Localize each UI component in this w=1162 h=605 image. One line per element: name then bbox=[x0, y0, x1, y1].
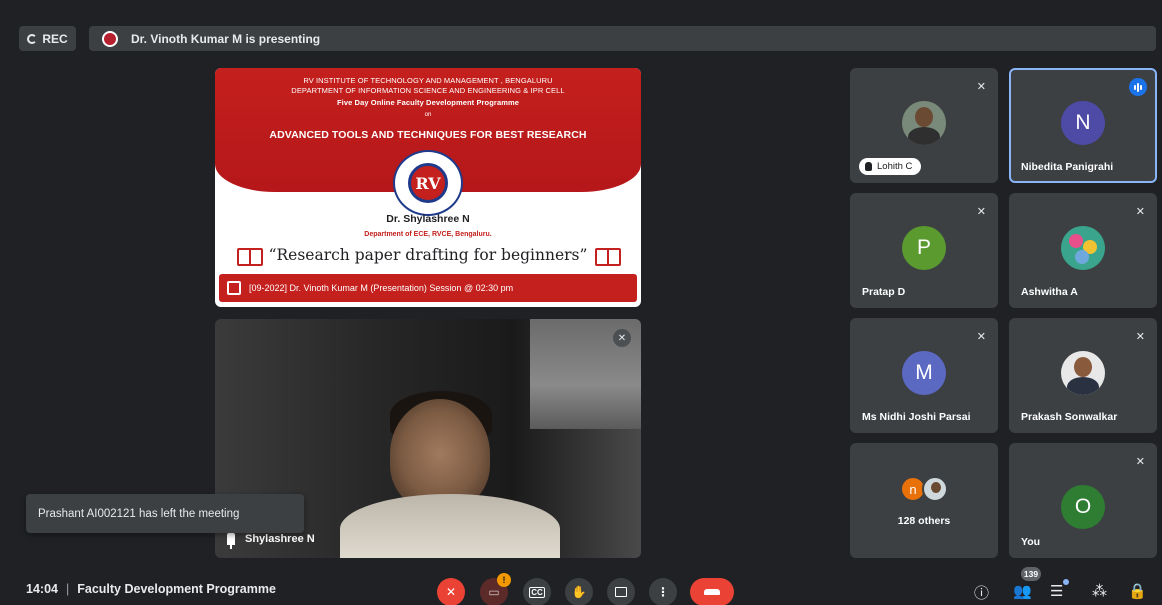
participant-name: Ms Nidhi Joshi Parsai bbox=[862, 411, 971, 423]
participant-name: Ashwitha A bbox=[1021, 286, 1078, 298]
participant-tile[interactable]: N Nibedita Panigrahi bbox=[1009, 68, 1157, 183]
divider: | bbox=[65, 582, 70, 596]
mic-off-icon: ✕ bbox=[445, 585, 457, 599]
camera-off-icon: ▭ bbox=[488, 585, 500, 599]
raise-hand-button[interactable]: ✋ bbox=[565, 578, 593, 605]
mic-off-icon: ✕ bbox=[1135, 206, 1145, 218]
slide-department: DEPARTMENT OF INFORMATION SCIENCE AND EN… bbox=[291, 86, 565, 95]
slide-footer: [09-2022] Dr. Vinoth Kumar M (Presentati… bbox=[219, 274, 637, 302]
participant-photo bbox=[1061, 226, 1105, 270]
meet-window: REC Dr. Vinoth Kumar M is presenting RV … bbox=[0, 0, 1162, 605]
slide-institute: RV INSTITUTE OF TECHNOLOGY AND MANAGEMEN… bbox=[303, 76, 553, 85]
participant-photo bbox=[902, 101, 946, 145]
warning-badge: ! bbox=[497, 573, 511, 587]
person-face bbox=[390, 399, 490, 509]
mic-off-icon: ✕ bbox=[976, 81, 986, 93]
person-body bbox=[340, 494, 560, 558]
slide-footer-text: [09-2022] Dr. Vinoth Kumar M (Presentati… bbox=[249, 283, 514, 293]
mic-off-icon: ✕ bbox=[1135, 456, 1145, 468]
meeting-info: 14:04 | Faculty Development Programme bbox=[26, 582, 276, 596]
participant-tile[interactable]: ✕ Lohith C bbox=[850, 68, 998, 183]
more-options-button[interactable]: ⋮ bbox=[649, 578, 677, 605]
participant-name: You bbox=[1021, 536, 1041, 548]
slide-programme: Five Day Online Faculty Development Prog… bbox=[336, 98, 520, 107]
people-count-badge: 139 bbox=[1021, 567, 1041, 581]
participant-name: Prakash Sonwalkar bbox=[1021, 411, 1118, 423]
chat-unread-dot bbox=[1063, 579, 1069, 585]
participant-tile[interactable]: P ✕ Pratap D bbox=[850, 193, 998, 308]
slide-theme: ADVANCED TOOLS AND TECHNIQUES FOR BEST R… bbox=[269, 129, 587, 141]
present-screen-button[interactable] bbox=[607, 578, 635, 605]
recording-icon bbox=[27, 33, 38, 44]
rec-label: REC bbox=[42, 31, 68, 46]
camera-name-label: Shylashree N bbox=[227, 533, 315, 549]
participant-avatar: M bbox=[902, 351, 946, 395]
recording-indicator[interactable]: REC bbox=[19, 26, 76, 51]
hand-raised-chip: Lohith C bbox=[859, 158, 922, 175]
activities-icon[interactable]: ⁂ bbox=[1092, 582, 1107, 600]
hang-up-icon bbox=[704, 589, 720, 595]
camera-name: Shylashree N bbox=[245, 533, 315, 545]
mic-toggle-button[interactable]: ✕ bbox=[437, 578, 465, 605]
others-avatars: n bbox=[900, 476, 948, 502]
participant-photo bbox=[922, 476, 948, 502]
participant-name: Nibedita Panigrahi bbox=[1021, 161, 1114, 173]
more-vert-icon: ⋮ bbox=[657, 585, 669, 599]
participant-name: Lohith C bbox=[877, 161, 913, 172]
captions-icon: CC bbox=[529, 586, 545, 598]
notification-toast: Prashant AI002121 has left the meeting bbox=[26, 494, 304, 533]
info-icon[interactable]: ⓘ bbox=[974, 582, 989, 603]
presenting-banner: Dr. Vinoth Kumar M is presenting bbox=[89, 26, 1156, 51]
chat-icon[interactable]: ☰ bbox=[1050, 582, 1063, 600]
emblem-text: RV bbox=[408, 163, 448, 203]
people-icon[interactable]: 👥 bbox=[1013, 582, 1032, 600]
mic-off-icon: ✕ bbox=[613, 329, 631, 347]
camera-toggle-button[interactable]: ▭ ! bbox=[480, 573, 511, 605]
clock-time: 14:04 bbox=[26, 582, 58, 596]
presentation-tile[interactable]: RV INSTITUTE OF TECHNOLOGY AND MANAGEMEN… bbox=[215, 68, 641, 307]
slide-speaker-dept: Department of ECE, RVCE, Bengaluru. bbox=[364, 231, 492, 238]
mic-off-icon: ✕ bbox=[1135, 331, 1145, 343]
others-tile[interactable]: n 128 others bbox=[850, 443, 998, 558]
self-tile[interactable]: O ✕ You bbox=[1009, 443, 1157, 558]
institute-logo-icon: RV bbox=[393, 150, 463, 216]
slide-talk-title: “Research paper drafting for beginners” bbox=[268, 246, 588, 264]
participant-tile[interactable]: ✕ Ashwitha A bbox=[1009, 193, 1157, 308]
slide-on: on bbox=[424, 112, 432, 118]
presenter-avatar-icon bbox=[102, 30, 118, 47]
leave-call-button[interactable] bbox=[690, 578, 734, 605]
participant-avatar: N bbox=[1061, 101, 1105, 145]
host-controls-icon[interactable]: 🔒 bbox=[1128, 582, 1147, 600]
slide-speaker: Dr. Shylashree N bbox=[386, 213, 470, 225]
participant-tile[interactable]: ✕ Prakash Sonwalkar bbox=[1009, 318, 1157, 433]
mic-off-icon: ✕ bbox=[976, 331, 986, 343]
calendar-icon bbox=[227, 281, 241, 295]
meeting-title: Faculty Development Programme bbox=[77, 582, 276, 596]
speaking-indicator-icon bbox=[1129, 78, 1147, 96]
participant-photo bbox=[1061, 351, 1105, 395]
hand-icon: ✋ bbox=[571, 585, 587, 599]
present-screen-icon bbox=[615, 587, 627, 597]
toast-message: Prashant AI002121 has left the meeting bbox=[38, 507, 240, 520]
hand-icon bbox=[865, 162, 872, 171]
captions-button[interactable]: CC bbox=[523, 578, 551, 605]
participant-tile[interactable]: M ✕ Ms Nidhi Joshi Parsai bbox=[850, 318, 998, 433]
participant-avatar: P bbox=[902, 226, 946, 270]
mic-off-icon: ✕ bbox=[976, 206, 986, 218]
others-count-label: 128 others bbox=[897, 515, 951, 527]
participant-avatar: O bbox=[1061, 485, 1105, 529]
presenting-text: Dr. Vinoth Kumar M is presenting bbox=[131, 31, 321, 46]
participant-name: Pratap D bbox=[862, 286, 906, 298]
pin-icon[interactable] bbox=[227, 533, 235, 549]
book-icon bbox=[595, 248, 621, 266]
